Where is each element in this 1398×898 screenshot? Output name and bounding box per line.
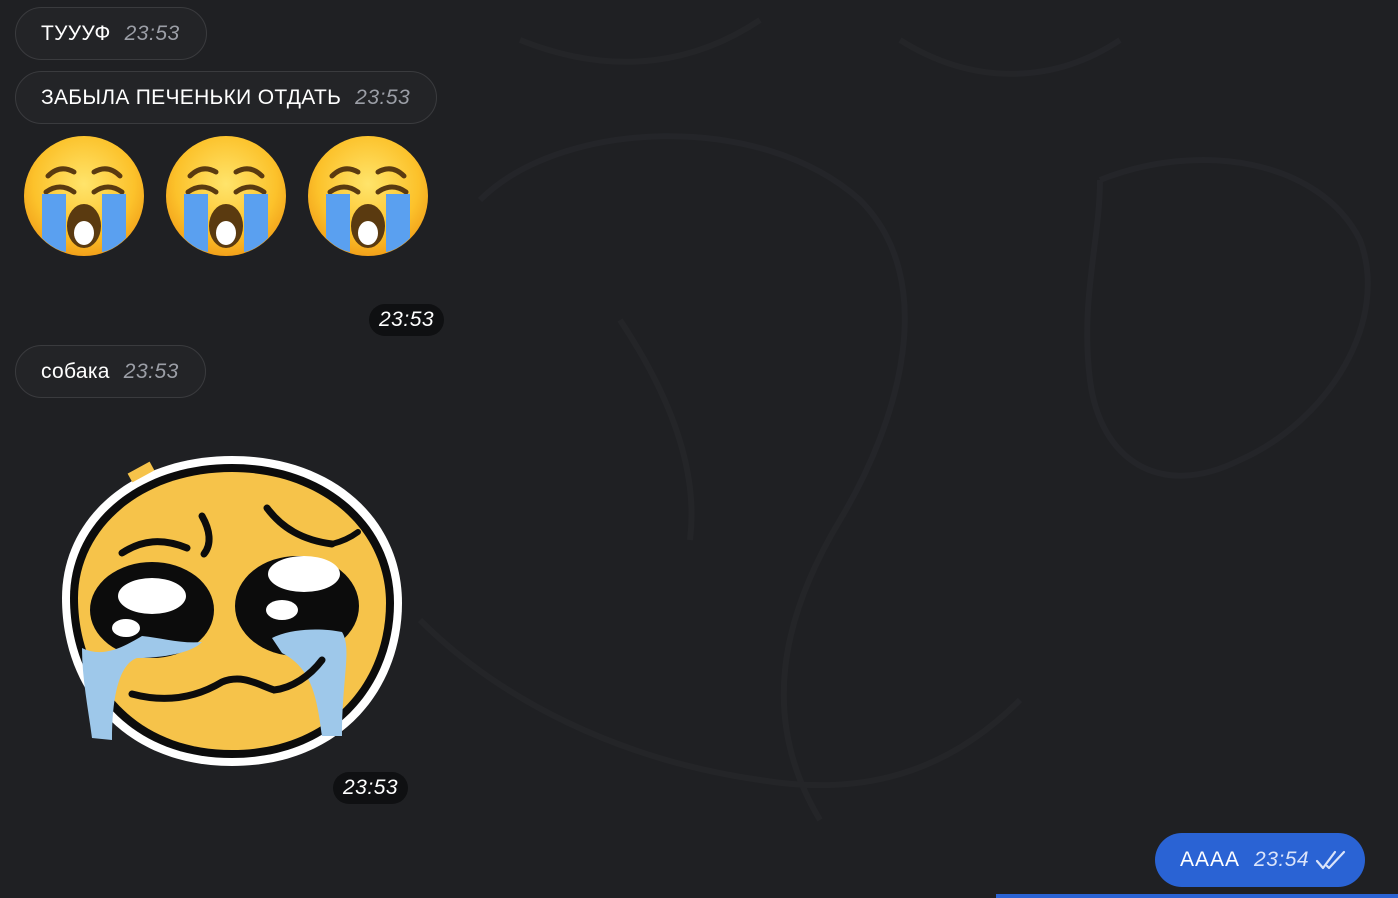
message-time: 23:54 xyxy=(1254,848,1310,871)
message-text: собака xyxy=(41,359,110,383)
loudly-crying-face-icon xyxy=(308,136,428,256)
sticker-message-time: 23:53 xyxy=(333,772,409,804)
message-time: 23:53 xyxy=(124,21,180,45)
message-text: ТУУУФ xyxy=(41,21,111,45)
message-text: АААА xyxy=(1180,848,1241,871)
outgoing-message[interactable]: АААА 23:54 xyxy=(1155,833,1366,887)
incoming-message[interactable]: ЗАБЫЛА ПЕЧЕНЬКИ ОТДАТЬ 23:53 xyxy=(15,71,438,124)
incoming-message[interactable]: собака 23:53 xyxy=(15,345,206,398)
loudly-crying-face-icon xyxy=(24,136,144,256)
emoji-message-time: 23:53 xyxy=(369,304,445,336)
double-check-icon xyxy=(1315,850,1346,870)
message-text: ЗАБЫЛА ПЕЧЕНЬКИ ОТДАТЬ xyxy=(41,85,342,109)
loudly-crying-face-icon xyxy=(166,136,286,256)
incoming-message[interactable]: ТУУУФ 23:53 xyxy=(15,7,207,60)
message-time: 23:53 xyxy=(123,359,179,383)
crying-face-sticker xyxy=(62,456,402,766)
scroll-indicator xyxy=(996,894,1398,898)
message-time: 23:53 xyxy=(355,85,411,109)
